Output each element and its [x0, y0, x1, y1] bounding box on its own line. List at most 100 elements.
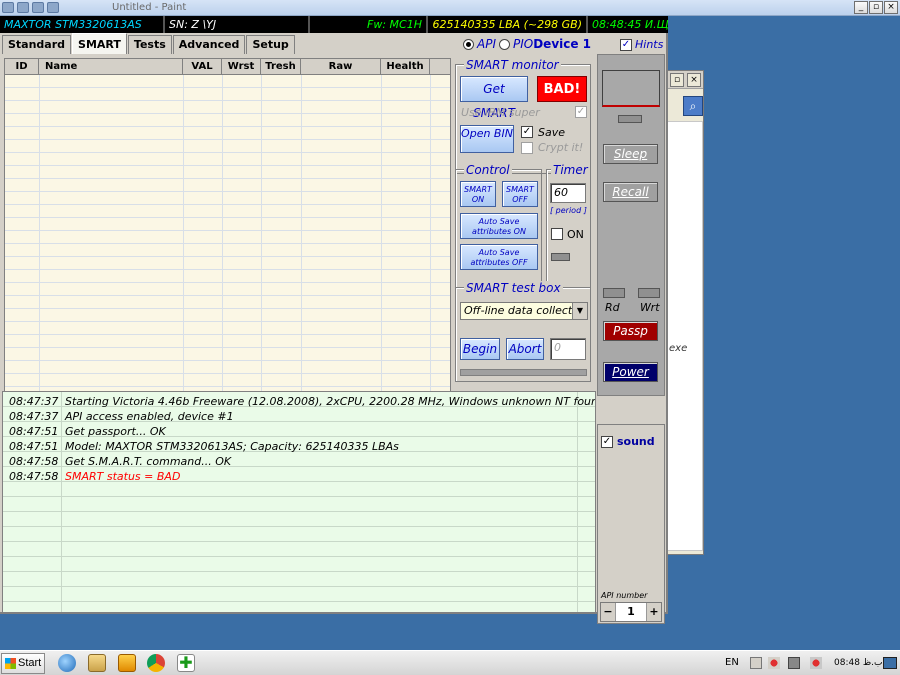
sound-label: sound	[617, 435, 655, 448]
column-header-wrst[interactable]: Wrst	[222, 59, 261, 74]
paint-title-bar: Untitled - Paint _ ▫ ×	[0, 0, 900, 16]
tab-tests[interactable]: Tests	[127, 35, 172, 54]
column-header-val[interactable]: VAL	[183, 59, 222, 74]
action-center-icon[interactable]	[810, 657, 822, 669]
tab-advanced[interactable]: Advanced	[172, 35, 246, 54]
read-indicator	[603, 288, 625, 298]
api-number-label: API number	[601, 591, 648, 600]
pio-radio[interactable]	[498, 38, 510, 50]
drive-serial: SN: Z \YJ	[165, 16, 310, 33]
drive-capacity: 625140335 LBA (~298 GB)	[428, 16, 588, 33]
victoria-window: MAXTOR STM3320613AS SN: Z \YJ Fw: MC1H 6…	[0, 16, 668, 624]
search-icon[interactable]: ⌕	[683, 96, 703, 116]
log-message: Get passport... OK	[65, 425, 166, 438]
write-indicator	[638, 288, 660, 298]
start-button[interactable]: Start	[1, 653, 45, 674]
test-type-select[interactable]: Off-line data collect ▼	[460, 302, 588, 320]
timer-on-checkbox[interactable]	[551, 228, 563, 240]
api-number-stepper[interactable]: − 1 +	[600, 602, 662, 622]
event-log[interactable]: 08:47:37 Starting Victoria 4.46b Freeware…	[2, 391, 596, 613]
file-explorer-icon[interactable]	[88, 654, 106, 672]
increment-button[interactable]: +	[646, 603, 661, 621]
bg-maximize-icon[interactable]: ▫	[670, 73, 684, 87]
column-header-spare	[430, 59, 450, 74]
crypt-checkbox[interactable]	[521, 142, 533, 154]
paint-app-icon[interactable]	[2, 2, 14, 13]
recall-button[interactable]: Recall	[603, 182, 658, 202]
drive-model: MAXTOR STM3320613AS	[0, 16, 165, 33]
smart-on-button[interactable]: SMART ON	[460, 181, 496, 207]
timer-on-label: ON	[567, 228, 584, 241]
tab-setup[interactable]: Setup	[246, 35, 295, 54]
taskbar: Start ✚ EN 08:48 ب.ظ	[0, 650, 900, 675]
tab-standard[interactable]: Standard	[2, 35, 72, 54]
chevron-down-icon[interactable]: ▼	[572, 303, 587, 319]
log-time: 08:47:58	[9, 455, 59, 468]
smart-attributes-table[interactable]: ID Name VAL Wrst Tresh Raw Health	[4, 58, 451, 394]
passport-button[interactable]: Passp	[603, 321, 658, 341]
table-body	[5, 75, 450, 393]
network-icon[interactable]	[788, 657, 800, 669]
timer-period-label: [ period ]	[550, 206, 587, 215]
column-header-health[interactable]: Health	[381, 59, 430, 74]
test-progress-bar	[460, 369, 587, 376]
smart-status-badge: BAD!	[537, 76, 587, 102]
timer-period-input[interactable]: 60	[550, 183, 586, 203]
undo-icon[interactable]	[32, 2, 44, 13]
close-button[interactable]: ×	[884, 1, 898, 14]
bg-close-icon[interactable]: ×	[687, 73, 701, 87]
redo-icon[interactable]	[47, 2, 59, 13]
abort-button[interactable]: Abort	[506, 338, 544, 360]
speaker-muted-icon[interactable]	[768, 657, 780, 669]
tray-chevron-icon[interactable]	[750, 657, 762, 669]
column-header-raw[interactable]: Raw	[301, 59, 381, 74]
smart-test-box-title: SMART test box	[464, 281, 563, 295]
system-clock[interactable]: 08:48 ب.ظ	[834, 658, 882, 668]
chrome-icon[interactable]	[147, 654, 165, 672]
log-message: Get S.M.A.R.T. command... OK	[65, 455, 232, 468]
decrement-button[interactable]: −	[601, 603, 616, 621]
language-indicator[interactable]: EN	[725, 657, 739, 668]
start-label: Start	[18, 657, 42, 669]
log-time: 08:47:51	[9, 425, 59, 438]
power-button[interactable]: Power	[603, 362, 658, 382]
api-number-value[interactable]: 1	[616, 603, 646, 621]
use-ibm-checkbox[interactable]: ✓	[575, 106, 587, 118]
save-checkbox[interactable]: ✓	[521, 126, 533, 138]
sound-checkbox[interactable]: ✓	[601, 436, 613, 448]
autosave-on-button[interactable]: Auto Save attributes ON	[460, 213, 538, 239]
autosave-off-button[interactable]: Auto Save attributes OFF	[460, 244, 538, 270]
hints-checkbox[interactable]: ✓	[620, 38, 632, 51]
log-time: 08:47:37	[9, 395, 59, 408]
hints-toggle[interactable]: ✓ Hints	[620, 38, 663, 51]
write-label: Wrt	[640, 301, 660, 314]
tab-smart[interactable]: SMART	[72, 33, 127, 54]
paint-window-title: Untitled - Paint	[112, 2, 187, 13]
column-header-tresh[interactable]: Tresh	[261, 59, 301, 74]
column-header-id[interactable]: ID	[5, 59, 39, 74]
show-desktop-icon[interactable]	[883, 657, 897, 669]
api-label: API	[477, 37, 496, 51]
internet-explorer-icon[interactable]	[58, 654, 76, 672]
exe-label: exe	[669, 343, 688, 354]
restore-button[interactable]: ▫	[869, 1, 883, 14]
sleep-button[interactable]: Sleep	[603, 144, 658, 164]
test-progress-counter: 0	[550, 338, 586, 360]
log-time: 08:47:58	[9, 470, 59, 483]
column-header-name[interactable]: Name	[39, 59, 183, 74]
drive-status-line: MAXTOR STM3320613AS SN: Z \YJ Fw: MC1H 6…	[0, 16, 668, 33]
smart-off-button[interactable]: SMART OFF	[502, 181, 538, 207]
victoria-app-icon[interactable]: ✚	[177, 654, 195, 672]
minimize-button[interactable]: _	[854, 1, 868, 14]
open-bin-button[interactable]: Open BIN	[460, 125, 514, 153]
access-mode-bar: API PIO Device 1	[460, 36, 591, 52]
timer-indicator	[551, 253, 570, 261]
paint-window-controls: _ ▫ ×	[854, 1, 898, 14]
api-radio[interactable]	[463, 38, 474, 50]
media-player-icon[interactable]	[118, 654, 136, 672]
log-message: SMART status = BAD	[65, 470, 181, 483]
save-icon[interactable]	[17, 2, 29, 13]
begin-button[interactable]: Begin	[460, 338, 500, 360]
get-smart-button[interactable]: Get SMART	[460, 76, 528, 120]
use-ibm-label: Use IBM super	[461, 106, 540, 119]
